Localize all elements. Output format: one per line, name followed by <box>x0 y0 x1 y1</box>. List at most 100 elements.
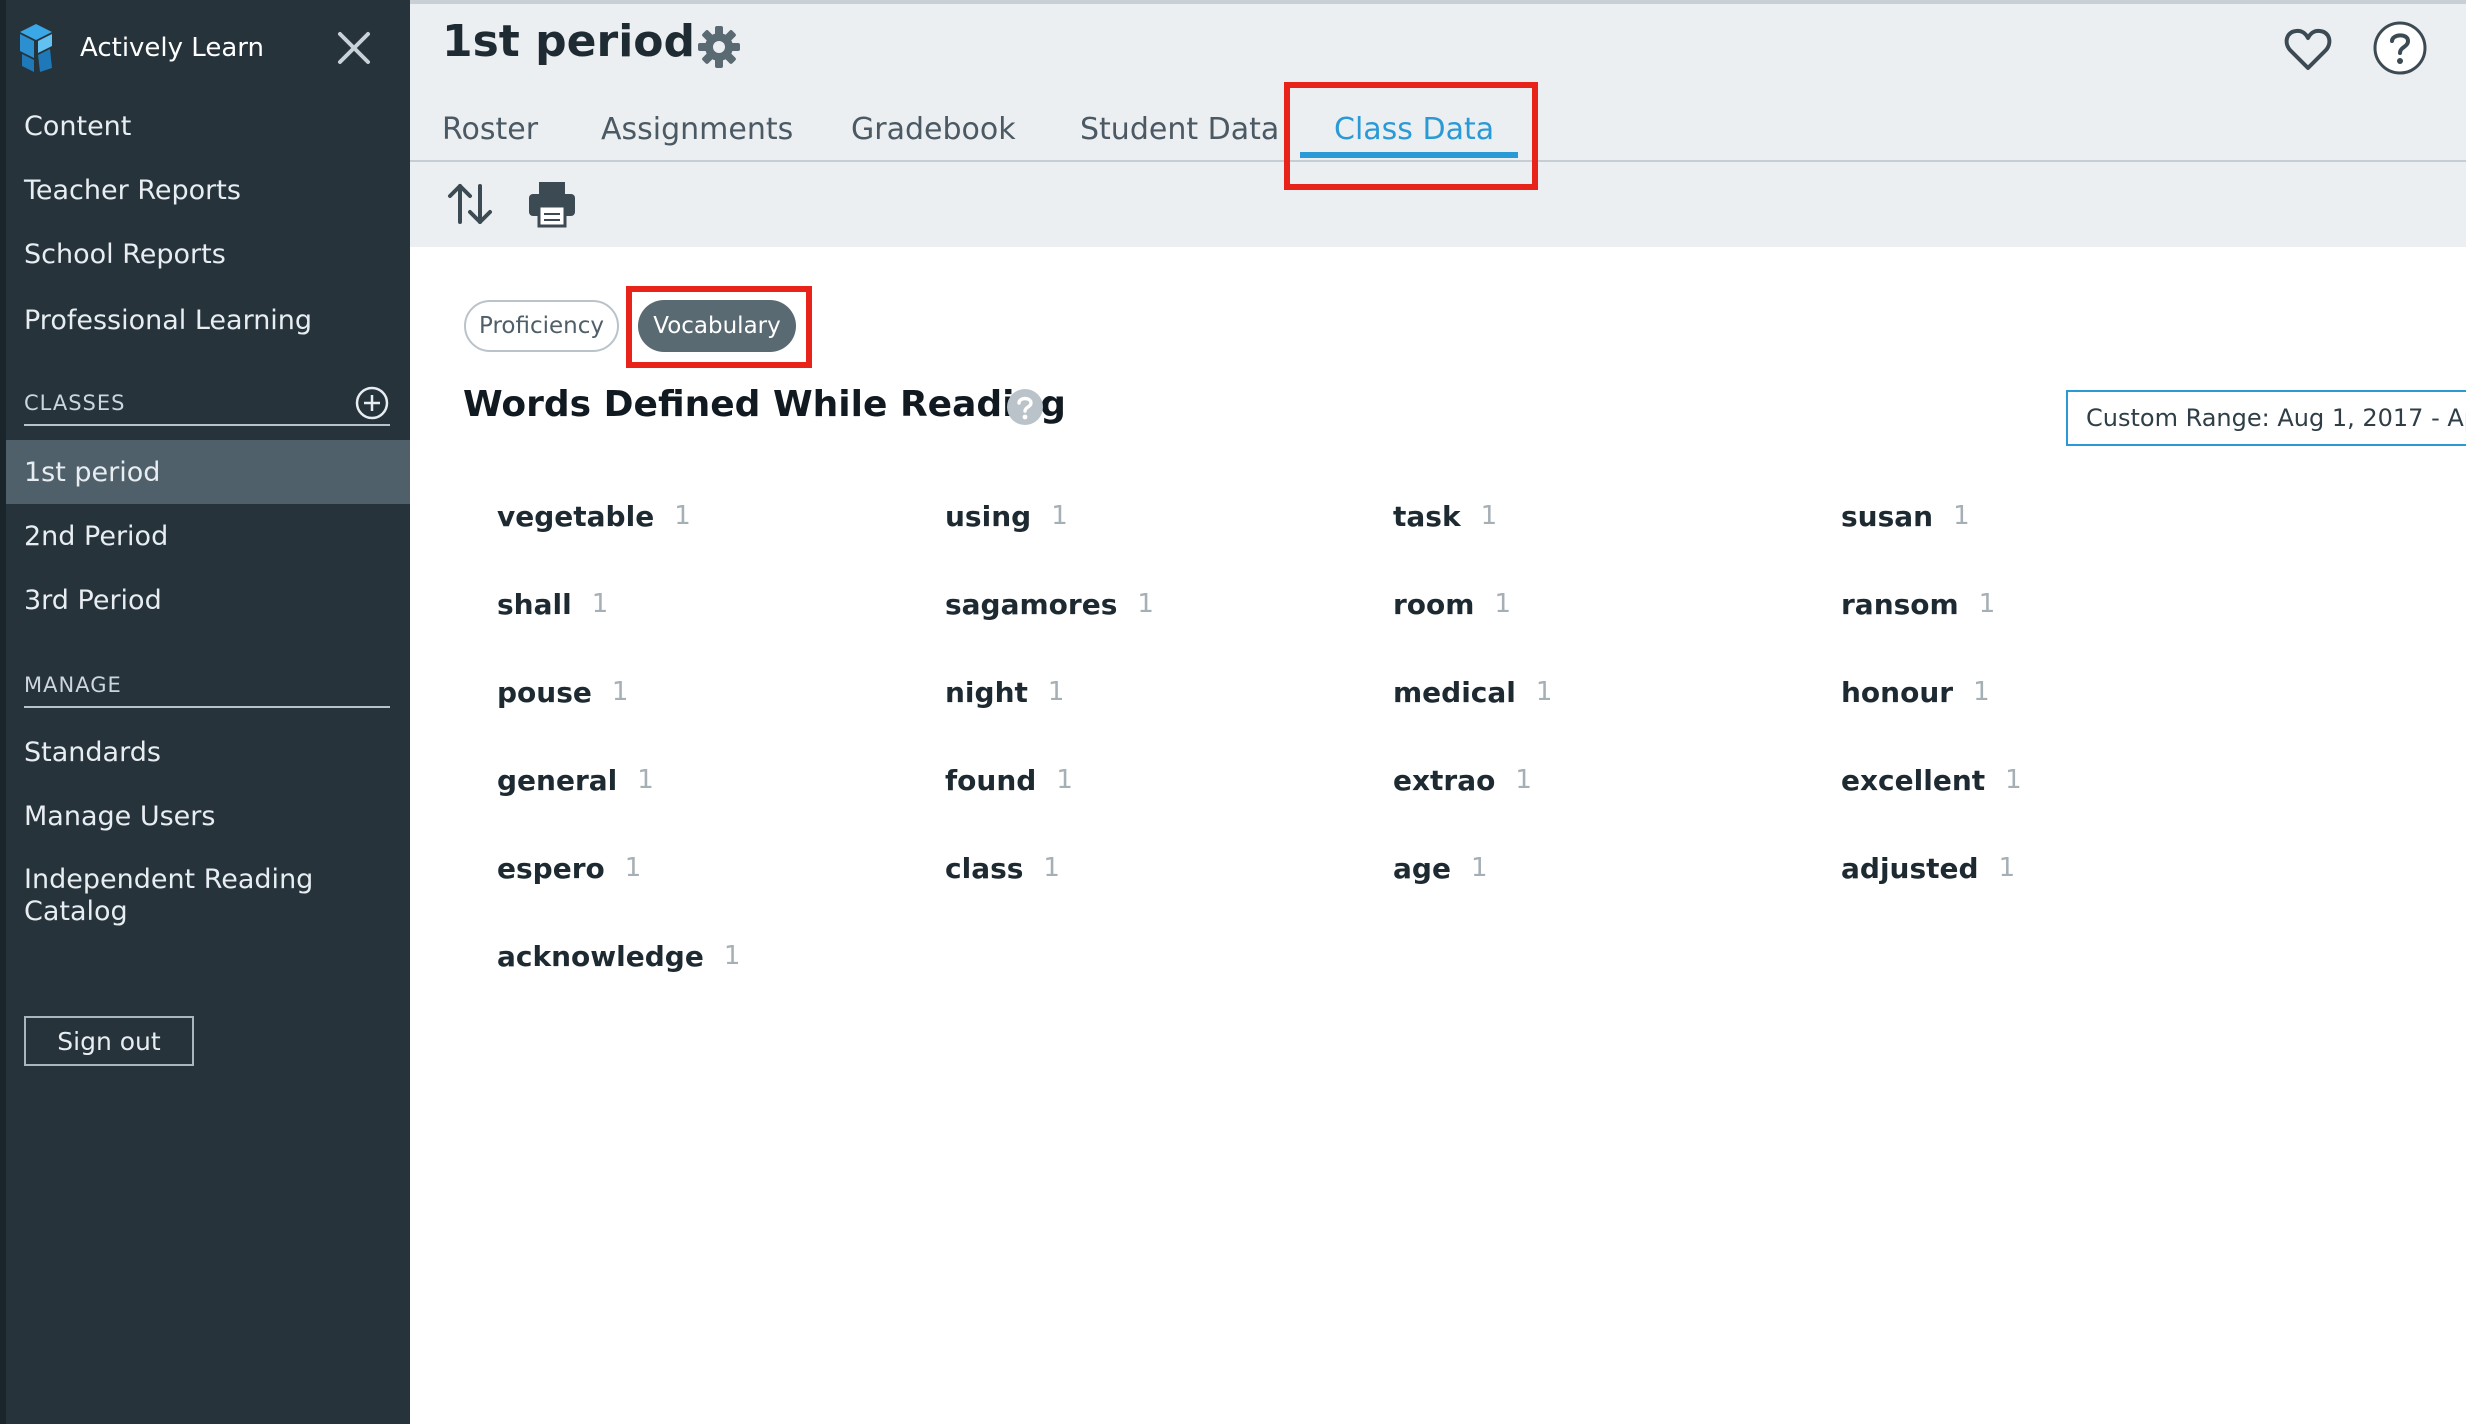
word-count: 1 <box>624 853 642 883</box>
word-text: susan <box>1841 499 1934 533</box>
word-count: 1 <box>1978 589 1996 619</box>
word-text: found <box>945 763 1037 797</box>
word-text: using <box>945 499 1032 533</box>
brand-name: Actively Learn <box>80 33 264 63</box>
word-text: vegetable <box>497 499 655 533</box>
word-item: vegetable 1 <box>497 496 691 536</box>
word-count: 1 <box>611 677 629 707</box>
word-text: night <box>945 675 1028 709</box>
nav-teacher-reports[interactable]: Teacher Reports <box>6 160 410 220</box>
word-item: task 1 <box>1393 496 1497 536</box>
word-count: 1 <box>2005 765 2022 795</box>
logo-icon <box>20 24 52 72</box>
nav-professional-learning[interactable]: Professional Learning <box>6 290 410 350</box>
nav-independent-reading-catalog[interactable]: Independent Reading Catalog <box>6 864 346 944</box>
word-item: shall 1 <box>497 584 608 624</box>
word-count: 1 <box>1973 677 1990 707</box>
add-class-icon[interactable] <box>354 385 390 421</box>
gear-icon[interactable] <box>696 24 742 70</box>
word-item: night 1 <box>945 672 1064 712</box>
tab-gradebook[interactable]: Gradebook <box>851 98 1016 160</box>
word-item: extrao 1 <box>1393 760 1532 800</box>
word-item: susan 1 <box>1841 496 1970 536</box>
nav-school-reports[interactable]: School Reports <box>6 224 410 284</box>
word-item: pouse 1 <box>497 672 628 712</box>
word-text: age <box>1393 851 1451 885</box>
word-item: excellent 1 <box>1841 760 2022 800</box>
word-text: honour <box>1841 675 1954 709</box>
word-count: 1 <box>1470 853 1488 883</box>
word-count: 1 <box>1535 677 1553 707</box>
print-icon[interactable] <box>526 178 578 230</box>
word-count: 1 <box>1998 853 2016 883</box>
question-icon[interactable] <box>1006 388 1044 426</box>
word-text: espero <box>497 851 605 885</box>
sidebar: Actively Learn Content Teacher Reports S… <box>0 0 410 1424</box>
word-text: ransom <box>1841 587 1959 621</box>
date-range-picker[interactable]: Custom Range: Aug 1, 2017 - Apr <box>2066 390 2466 446</box>
word-count: 1 <box>591 589 609 619</box>
word-item: espero 1 <box>497 848 641 888</box>
word-item: age 1 <box>1393 848 1487 888</box>
manage-heading-label: MANAGE <box>24 673 122 697</box>
class-item-1st-period[interactable]: 1st period <box>6 440 410 504</box>
word-item: medical 1 <box>1393 672 1552 712</box>
classes-heading: CLASSES <box>24 382 390 426</box>
word-item: room 1 <box>1393 584 1511 624</box>
word-item: class 1 <box>945 848 1060 888</box>
word-text: adjusted <box>1841 851 1979 885</box>
help-icon[interactable] <box>2372 20 2428 76</box>
heart-icon[interactable] <box>2284 26 2332 72</box>
word-count: 1 <box>1480 501 1498 531</box>
word-item: found 1 <box>945 760 1073 800</box>
word-text: excellent <box>1841 763 1986 797</box>
word-text: extrao <box>1393 763 1496 797</box>
class-data-tab-highlight <box>1284 82 1538 190</box>
tab-student-data[interactable]: Student Data <box>1080 98 1279 160</box>
nav-standards[interactable]: Standards <box>6 722 410 782</box>
word-text: sagamores <box>945 587 1118 621</box>
word-count: 1 <box>674 501 691 531</box>
sign-out-button[interactable]: Sign out <box>24 1016 194 1066</box>
close-icon[interactable] <box>334 28 374 68</box>
word-count: 1 <box>723 941 741 971</box>
word-item: general 1 <box>497 760 654 800</box>
word-count: 1 <box>1047 677 1065 707</box>
page-title: 1st period <box>442 16 695 67</box>
tab-assignments[interactable]: Assignments <box>601 98 793 160</box>
word-count: 1 <box>1515 765 1532 795</box>
word-text: class <box>945 851 1024 885</box>
word-count: 1 <box>1051 501 1068 531</box>
word-item: ransom 1 <box>1841 584 1995 624</box>
sort-icon[interactable] <box>444 178 496 230</box>
nav-content[interactable]: Content <box>6 96 410 156</box>
word-count: 1 <box>1056 765 1073 795</box>
class-item-3rd-period[interactable]: 3rd Period <box>6 570 410 630</box>
word-text: medical <box>1393 675 1516 709</box>
vocabulary-toggle-highlight <box>626 286 812 368</box>
word-text: acknowledge <box>497 939 704 973</box>
word-text: pouse <box>497 675 592 709</box>
tab-roster[interactable]: Roster <box>442 98 538 160</box>
classes-heading-label: CLASSES <box>24 391 126 415</box>
word-count: 1 <box>1953 501 1970 531</box>
word-count: 1 <box>1494 589 1512 619</box>
manage-heading: MANAGE <box>24 664 390 708</box>
nav-manage-users[interactable]: Manage Users <box>6 786 410 846</box>
class-item-2nd-period[interactable]: 2nd Period <box>6 506 410 566</box>
word-count: 1 <box>1137 589 1154 619</box>
word-text: room <box>1393 587 1475 621</box>
word-text: task <box>1393 499 1461 533</box>
brand[interactable]: Actively Learn <box>16 22 264 74</box>
word-item: honour 1 <box>1841 672 1990 712</box>
word-item: adjusted 1 <box>1841 848 2015 888</box>
word-count: 1 <box>637 765 654 795</box>
word-item: acknowledge 1 <box>497 936 740 976</box>
word-count: 1 <box>1043 853 1060 883</box>
proficiency-toggle[interactable]: Proficiency <box>464 300 619 352</box>
section-title: Words Defined While Reading <box>463 384 1066 425</box>
word-item: using 1 <box>945 496 1068 536</box>
word-item: sagamores 1 <box>945 584 1154 624</box>
word-text: general <box>497 763 618 797</box>
header-top-border <box>410 0 2466 4</box>
